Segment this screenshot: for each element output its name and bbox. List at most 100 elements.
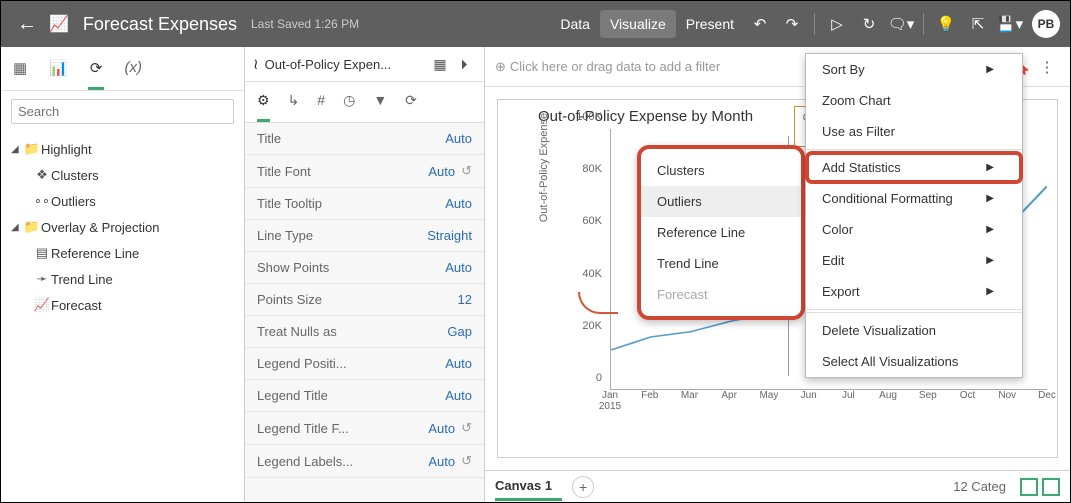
- add-canvas-button[interactable]: +: [572, 476, 594, 498]
- ctx-sort-by[interactable]: Sort By▶: [806, 54, 1022, 85]
- ctx-delete-visualization[interactable]: Delete Visualization: [806, 315, 1022, 346]
- prop-value[interactable]: Auto ↺: [428, 420, 472, 436]
- chevron-right-icon: ▶: [986, 162, 994, 173]
- prop-tab-analytics-icon[interactable]: ⟳: [405, 90, 417, 122]
- ctx-color[interactable]: Color▶: [806, 214, 1022, 245]
- prop-row[interactable]: Show Points Auto: [245, 252, 484, 284]
- save-menu-icon[interactable]: 💾▾: [996, 11, 1024, 37]
- undo-icon[interactable]: ↶: [746, 11, 774, 37]
- insight-icon[interactable]: 💡: [932, 11, 960, 37]
- y-tick: 40K: [582, 268, 602, 280]
- prop-row[interactable]: Legend Title Auto: [245, 380, 484, 412]
- prop-value[interactable]: Auto: [445, 131, 472, 146]
- settings-icon[interactable]: ⏵: [452, 56, 476, 73]
- layout-widget-2[interactable]: [1042, 478, 1060, 496]
- menu-outliers[interactable]: Outliers: [641, 186, 801, 217]
- prop-tab-clock-icon[interactable]: ◷: [343, 90, 355, 122]
- prop-value[interactable]: 12: [458, 292, 472, 307]
- prop-row[interactable]: Legend Positi... Auto: [245, 348, 484, 380]
- trend-line-icon: ➛: [33, 271, 51, 287]
- tree-forecast[interactable]: 📈 Forecast: [29, 292, 238, 318]
- ctx-export[interactable]: Export▶: [806, 276, 1022, 307]
- prop-row[interactable]: Legend Labels... Auto ↺: [245, 445, 484, 478]
- ctx-use-as-filter[interactable]: Use as Filter: [806, 116, 1022, 147]
- refresh-icon[interactable]: ↻: [855, 11, 883, 37]
- ctx-conditional-formatting[interactable]: Conditional Formatting▶: [806, 183, 1022, 214]
- prop-label: Legend Title: [257, 388, 328, 403]
- tab-data-icon[interactable]: ▦: [11, 55, 29, 90]
- y-axis-label: Out-of-Policy Expense: [538, 112, 550, 221]
- ctx-add-statistics[interactable]: Add Statistics▶: [806, 152, 1022, 183]
- prop-value[interactable]: Auto: [445, 196, 472, 211]
- x-tick: Dec: [1032, 390, 1062, 401]
- y-tick: 100K: [576, 111, 602, 123]
- export-icon[interactable]: ⇱: [964, 11, 992, 37]
- prop-value[interactable]: Gap: [447, 324, 472, 339]
- chart-doc-icon: 📈: [43, 14, 75, 34]
- prop-value[interactable]: Auto: [445, 260, 472, 275]
- prop-row[interactable]: Line Type Straight: [245, 220, 484, 252]
- ctx-edit[interactable]: Edit▶: [806, 245, 1022, 276]
- chevron-right-icon: ▶: [986, 286, 994, 297]
- x-tick: Feb: [635, 390, 665, 401]
- reference-line-icon: ▤: [33, 245, 51, 261]
- search-input[interactable]: [11, 99, 234, 124]
- tree-trend-line[interactable]: ➛ Trend Line: [29, 266, 238, 292]
- ctx-zoom-chart[interactable]: Zoom Chart: [806, 85, 1022, 116]
- add-filter-button[interactable]: ⊕ Click here or drag data to add a filte…: [495, 59, 720, 75]
- x-tick: Sep: [913, 390, 943, 401]
- ctx-select-all-visualizations[interactable]: Select All Visualizations: [806, 346, 1022, 377]
- restore-icon[interactable]: ↺: [461, 453, 472, 469]
- forecast-icon: 📈: [33, 297, 51, 313]
- prop-value[interactable]: Auto ↺: [428, 163, 472, 179]
- prop-tab-general-icon[interactable]: ⚙: [257, 90, 270, 122]
- avatar[interactable]: PB: [1032, 10, 1060, 38]
- menu-reference-line[interactable]: Reference Line: [641, 217, 801, 248]
- prop-value[interactable]: Auto: [445, 388, 472, 403]
- prop-row[interactable]: Treat Nulls as Gap: [245, 316, 484, 348]
- tree-reference-line[interactable]: ▤ Reference Line: [29, 240, 238, 266]
- category-count: 12 Categ: [953, 479, 1006, 494]
- menu-trend-line[interactable]: Trend Line: [641, 248, 801, 279]
- menu-clusters[interactable]: Clusters: [641, 155, 801, 186]
- layout-widget-1[interactable]: [1020, 478, 1038, 496]
- restore-icon[interactable]: ↺: [461, 420, 472, 436]
- nav-visualize[interactable]: Visualize: [600, 10, 676, 38]
- more-icon[interactable]: ⋮: [1034, 58, 1060, 76]
- viz-type-icon[interactable]: ≀: [253, 55, 259, 73]
- prop-label: Points Size: [257, 292, 322, 307]
- restore-icon[interactable]: ↺: [461, 163, 472, 179]
- tree-highlight[interactable]: ◢ 📁 Highlight: [7, 136, 238, 162]
- back-button[interactable]: ←: [11, 13, 43, 36]
- tree-overlay[interactable]: ◢ 📁 Overlay & Projection: [7, 214, 238, 240]
- tab-bar-icon[interactable]: 📊: [47, 55, 70, 90]
- nav-present[interactable]: Present: [676, 10, 744, 38]
- prop-row[interactable]: Title Font Auto ↺: [245, 155, 484, 188]
- viz-name[interactable]: Out-of-Policy Expen...: [265, 57, 428, 72]
- prop-row[interactable]: Points Size 12: [245, 284, 484, 316]
- tab-variables-icon[interactable]: (x): [122, 55, 144, 90]
- prop-row[interactable]: Title Auto: [245, 123, 484, 155]
- grid-view-icon[interactable]: ▦: [428, 56, 452, 73]
- nav-data[interactable]: Data: [550, 10, 600, 38]
- x-tick: Jan2015: [595, 390, 625, 412]
- tree-clusters[interactable]: ❖ Clusters: [29, 162, 238, 188]
- comment-icon[interactable]: 🗨▾: [887, 11, 915, 37]
- prop-value[interactable]: Auto ↺: [428, 453, 472, 469]
- prop-row[interactable]: Legend Title F... Auto ↺: [245, 412, 484, 445]
- canvas-tab[interactable]: Canvas 1: [495, 478, 562, 501]
- prop-tab-filter-icon[interactable]: ▼: [373, 90, 387, 122]
- tree-outliers[interactable]: ∘∘ Outliers: [29, 188, 238, 214]
- add-statistics-submenu: Clusters Outliers Reference Line Trend L…: [637, 145, 805, 320]
- prop-tab-hash-icon[interactable]: #: [317, 90, 325, 122]
- prop-label: Legend Title F...: [257, 421, 349, 436]
- tab-analytics-icon[interactable]: ⟳: [88, 55, 105, 90]
- prop-value[interactable]: Straight: [427, 228, 472, 243]
- prop-tab-axis-icon[interactable]: ↳: [288, 90, 300, 122]
- plus-icon: ⊕: [495, 59, 506, 75]
- redo-icon[interactable]: ↷: [778, 11, 806, 37]
- document-title: Forecast Expenses: [75, 14, 245, 35]
- prop-value[interactable]: Auto: [445, 356, 472, 371]
- prop-row[interactable]: Title Tooltip Auto: [245, 188, 484, 220]
- play-icon[interactable]: ▷: [823, 11, 851, 37]
